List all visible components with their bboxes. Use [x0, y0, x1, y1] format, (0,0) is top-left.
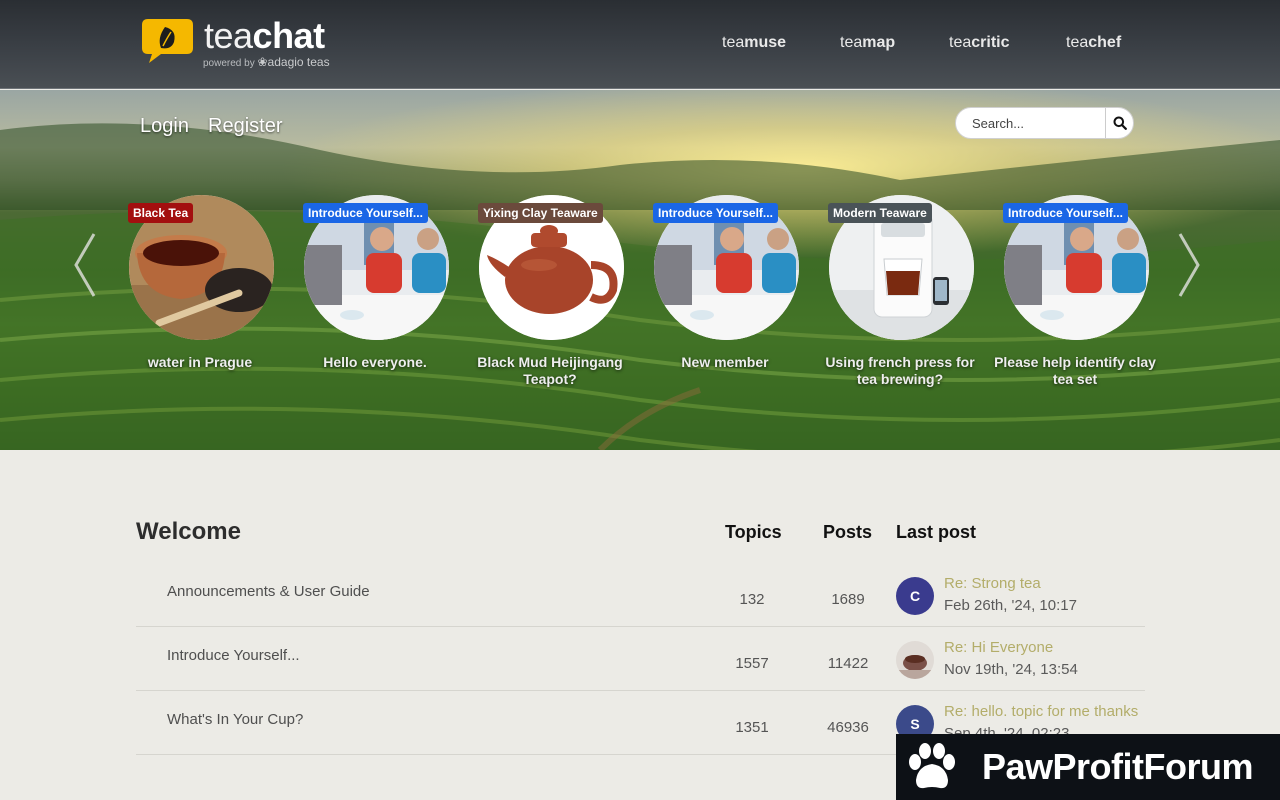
post-count: 46936: [827, 719, 869, 736]
forum-row: Introduce Yourself... 1557 11422 Re: Hi …: [136, 627, 1145, 691]
topic-category-tag[interactable]: Introduce Yourself...: [1003, 203, 1128, 223]
search-icon: [1113, 116, 1127, 130]
topics-column-header: Topics: [725, 522, 782, 542]
last-post-date: Nov 19th, '24, 13:54: [944, 661, 1078, 678]
topic-count: 1351: [735, 719, 769, 736]
forum-name-link[interactable]: Introduce Yourself...: [167, 647, 300, 664]
post-count: 1689: [831, 591, 865, 608]
posts-column-header: Posts: [823, 522, 873, 542]
avatar[interactable]: C: [896, 577, 934, 615]
topic-title[interactable]: New member: [640, 354, 810, 371]
search-input[interactable]: [956, 108, 1106, 138]
forum-name-link[interactable]: What's In Your Cup?: [167, 711, 303, 728]
carousel-item[interactable]: Modern Teaware Using french press for te…: [815, 195, 985, 395]
carousel-item[interactable]: Black Tea water in Prague: [115, 195, 285, 395]
logo-tagline: powered by ❀adagio teas: [203, 55, 330, 69]
topic-title[interactable]: Please help identify clay tea set: [990, 354, 1160, 388]
user-photo-icon: [896, 641, 934, 679]
logo-wordmark: teachat: [204, 15, 325, 56]
topic-title[interactable]: Using french press for tea brewing?: [815, 354, 985, 388]
tea-leaf-bubble-icon: [142, 19, 193, 63]
search-button[interactable]: [1105, 108, 1133, 138]
adagio-leaf-icon: ❀: [257, 55, 268, 69]
hero-banner: Login Register Black Te: [0, 90, 1280, 450]
nav-teamap[interactable]: teamap: [840, 34, 895, 52]
topic-title[interactable]: Black Mud Heijingang Teapot?: [465, 354, 635, 388]
section-title[interactable]: Welcome: [136, 518, 241, 546]
last-post-link[interactable]: Re: hello. topic for me thanks: [944, 703, 1138, 720]
avatar[interactable]: [896, 641, 934, 679]
carousel-item[interactable]: Introduce Yourself... Hello everyone.: [290, 195, 460, 395]
topic-title[interactable]: water in Prague: [115, 354, 285, 371]
topic-category-tag[interactable]: Introduce Yourself...: [303, 203, 428, 223]
topic-count: 132: [739, 591, 765, 608]
site-header: teachat powered by ❀adagio teas teamuse …: [0, 0, 1280, 89]
forum-name-link[interactable]: Announcements & User Guide: [167, 583, 370, 600]
nav-teachef[interactable]: teachef: [1066, 34, 1121, 52]
login-link[interactable]: Login: [140, 115, 189, 138]
last-post-link[interactable]: Re: Strong tea: [944, 575, 1041, 592]
paw-icon: [909, 743, 955, 789]
carousel-item[interactable]: Yixing Clay Teaware Black Mud Heijingang…: [465, 195, 635, 395]
carousel-next-arrow-icon[interactable]: [1176, 230, 1202, 300]
last-post-column-header: Last post: [896, 522, 977, 542]
watermark-text: PawProfitForum: [982, 746, 1254, 787]
topic-category-tag[interactable]: Introduce Yourself...: [653, 203, 778, 223]
nav-teacritic[interactable]: teacritic: [949, 34, 1010, 52]
topic-count: 1557: [735, 655, 769, 672]
search-box: [955, 107, 1134, 139]
teachat-logo[interactable]: teachat powered by ❀adagio teas: [141, 17, 351, 73]
pawprofitforum-watermark: PawProfitForum: [896, 734, 1280, 800]
carousel-item[interactable]: Introduce Yourself... Please help identi…: [990, 195, 1160, 395]
post-count: 11422: [827, 655, 869, 672]
topic-category-tag[interactable]: Black Tea: [128, 203, 194, 223]
carousel-item[interactable]: Introduce Yourself... New member: [640, 195, 810, 395]
forum-row: Announcements & User Guide 132 1689 C Re…: [136, 563, 1145, 627]
topic-category-tag[interactable]: Modern Teaware: [828, 203, 932, 223]
last-post-date: Feb 26th, '24, 10:17: [944, 597, 1077, 614]
last-post-link[interactable]: Re: Hi Everyone: [944, 639, 1053, 656]
topic-title[interactable]: Hello everyone.: [290, 354, 460, 371]
register-link[interactable]: Register: [208, 115, 282, 138]
carousel-prev-arrow-icon[interactable]: [72, 230, 98, 300]
nav-teamuse[interactable]: teamuse: [722, 34, 786, 52]
topic-category-tag[interactable]: Yixing Clay Teaware: [478, 203, 603, 223]
